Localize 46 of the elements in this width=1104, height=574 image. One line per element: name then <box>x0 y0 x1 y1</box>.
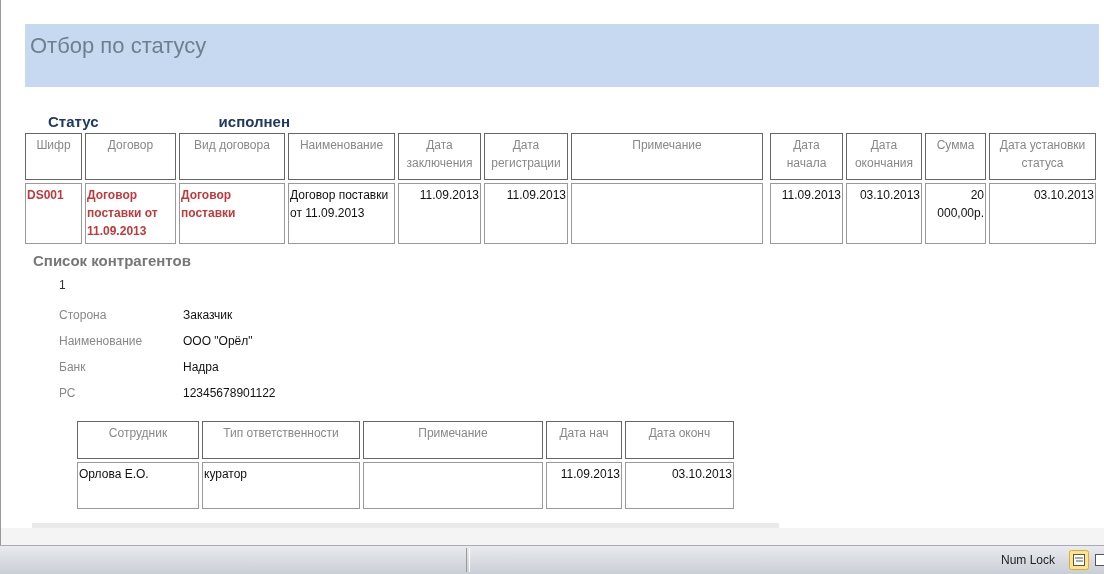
column-header: Дата начала <box>770 133 843 180</box>
column-header: Дата установки статуса <box>989 133 1096 180</box>
column-header: Сотрудник <box>77 421 199 459</box>
status-label: Статус <box>48 113 99 132</box>
field-label: РС <box>59 386 77 402</box>
table-cell: DS001 <box>25 183 82 244</box>
field-value: ООО "Орёл" <box>183 334 253 350</box>
column-header: Дата регистрации <box>484 133 568 180</box>
report-title: Отбор по статусу <box>30 33 207 58</box>
table-cell: Договор поставки от 11.09.2013 <box>85 183 176 244</box>
table-cell: 11.09.2013 <box>484 183 568 244</box>
table-cell: Договор поставки от 11.09.2013 <box>288 183 395 244</box>
table-cell: Орлова Е.О. <box>77 462 199 509</box>
column-header: Примечание <box>363 421 543 459</box>
column-header: Дата заключения <box>398 133 481 180</box>
table-cell: Договор поставки <box>179 183 285 244</box>
field-value: 12345678901122 <box>183 386 276 402</box>
field-label: Банк <box>59 360 87 376</box>
column-header: Дата окончания <box>846 133 922 180</box>
table-cell: 11.09.2013 <box>398 183 481 244</box>
field-value: Надра <box>183 360 219 376</box>
table-cell: 11.09.2013 <box>770 183 843 244</box>
table-cell: 03.10.2013 <box>625 462 734 509</box>
column-header: Примечание <box>571 133 763 180</box>
section-title: Список контрагентов <box>33 252 192 269</box>
column-header: Сумма <box>925 133 986 180</box>
field-label: Наименование <box>59 334 144 350</box>
column-header: Наименование <box>288 133 395 180</box>
column-header: Дата нач <box>546 421 622 459</box>
num-lock-indicator: Num Lock <box>1000 553 1055 567</box>
field-value: Заказчик <box>183 308 233 324</box>
table-cell: 03.10.2013 <box>846 183 922 244</box>
column-header: Вид договора <box>179 133 285 180</box>
layout-view-icon[interactable] <box>1095 553 1104 567</box>
table-cell: 20 000,00р. <box>925 183 986 244</box>
report-view-icon[interactable] <box>1069 550 1089 570</box>
record-number: 1 <box>59 278 67 292</box>
table-cell: 11.09.2013 <box>546 462 622 509</box>
column-header: Тип ответственности <box>202 421 360 459</box>
table-cell: куратор <box>202 462 360 509</box>
column-header: Дата оконч <box>625 421 734 459</box>
column-header: Шифр <box>25 133 82 180</box>
field-label: Сторона <box>59 308 108 324</box>
status-value: исполнен <box>218 113 290 132</box>
column-header: Договор <box>85 133 176 180</box>
table-cell: 03.10.2013 <box>989 183 1096 244</box>
